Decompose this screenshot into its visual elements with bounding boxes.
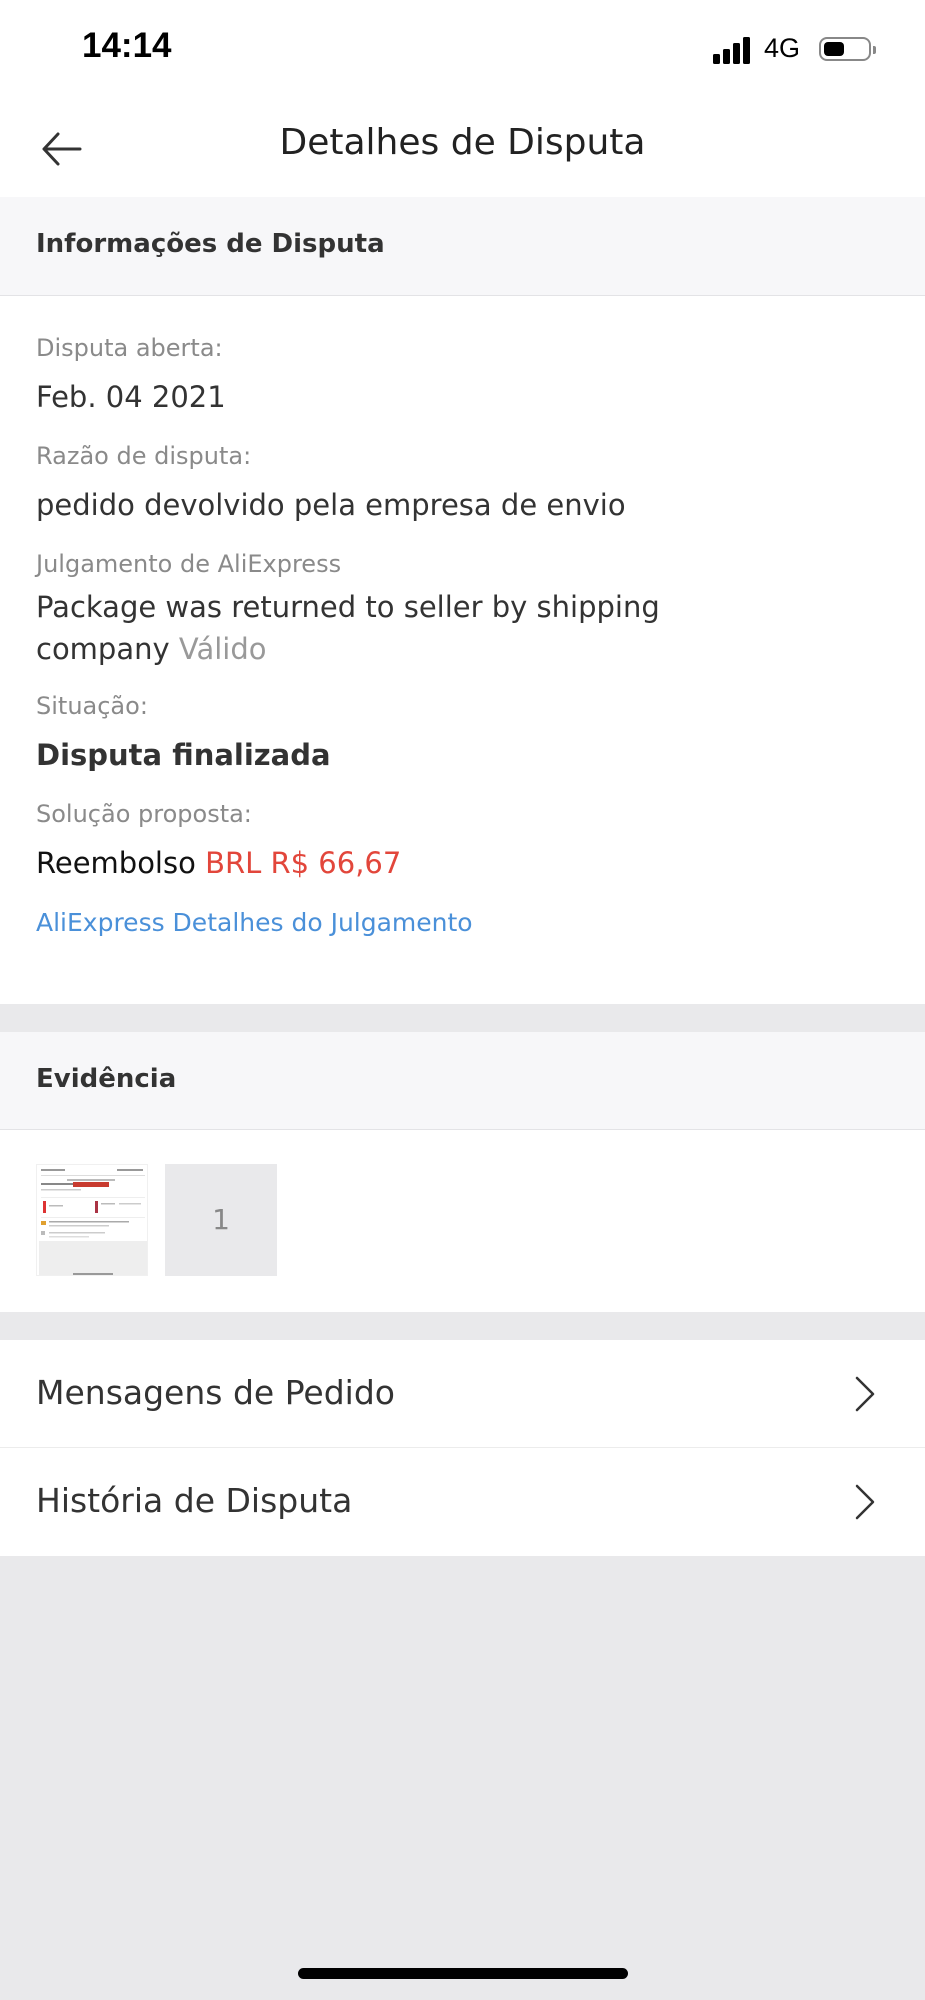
- status-bar: 14:14 4G: [0, 0, 925, 100]
- menu-list: Mensagens de Pedido História de Disputa: [0, 1340, 925, 1556]
- opened-label: Disputa aberta:: [36, 334, 223, 362]
- evidence-count-tile[interactable]: 1: [165, 1164, 277, 1276]
- network-label: 4G: [764, 33, 801, 63]
- evidence-header: Evidência: [0, 1032, 925, 1130]
- status-label: Situação:: [36, 692, 148, 720]
- chevron-right-icon: [855, 1376, 875, 1412]
- judgment-validity: Válido: [178, 632, 267, 666]
- evidence-card: 1: [0, 1130, 925, 1312]
- evidence-thumbnail[interactable]: [36, 1164, 148, 1276]
- solution-value: Reembolso BRL R$ 66,67: [36, 846, 401, 880]
- judgment-details-link[interactable]: AliExpress Detalhes do Julgamento: [36, 908, 473, 937]
- refund-amount: BRL R$ 66,67: [205, 846, 402, 880]
- reason-value: pedido devolvido pela empresa de envio: [36, 488, 626, 522]
- dispute-info-card: Disputa aberta: Feb. 04 2021 Razão de di…: [0, 296, 925, 1004]
- dispute-history-row[interactable]: História de Disputa: [0, 1448, 925, 1556]
- status-value: Disputa finalizada: [36, 738, 331, 772]
- order-messages-label: Mensagens de Pedido: [36, 1373, 395, 1412]
- judgment-text: Package was returned to seller by shippi…: [36, 590, 660, 666]
- battery-level: [824, 42, 844, 56]
- status-time: 14:14: [82, 26, 172, 65]
- dispute-info-header: Informações de Disputa: [0, 197, 925, 296]
- signal-icon: [713, 34, 753, 64]
- battery-icon: [819, 37, 876, 61]
- judgment-value: Package was returned to seller by shippi…: [36, 586, 716, 670]
- document-preview-icon: [39, 1169, 147, 1275]
- reason-label: Razão de disputa:: [36, 442, 252, 470]
- solution-type: Reembolso: [36, 846, 196, 880]
- solution-label: Solução proposta:: [36, 800, 252, 828]
- opened-value: Feb. 04 2021: [36, 380, 226, 414]
- order-messages-row[interactable]: Mensagens de Pedido: [0, 1340, 925, 1448]
- section-title: Evidência: [36, 1064, 177, 1094]
- judgment-label: Julgamento de AliExpress: [36, 550, 342, 578]
- nav-bar: Detalhes de Disputa: [0, 100, 925, 197]
- chevron-right-icon: [855, 1484, 875, 1520]
- home-indicator[interactable]: [298, 1968, 628, 1979]
- page-title: Detalhes de Disputa: [279, 122, 646, 163]
- dispute-history-label: História de Disputa: [36, 1481, 353, 1520]
- section-title: Informações de Disputa: [36, 229, 385, 259]
